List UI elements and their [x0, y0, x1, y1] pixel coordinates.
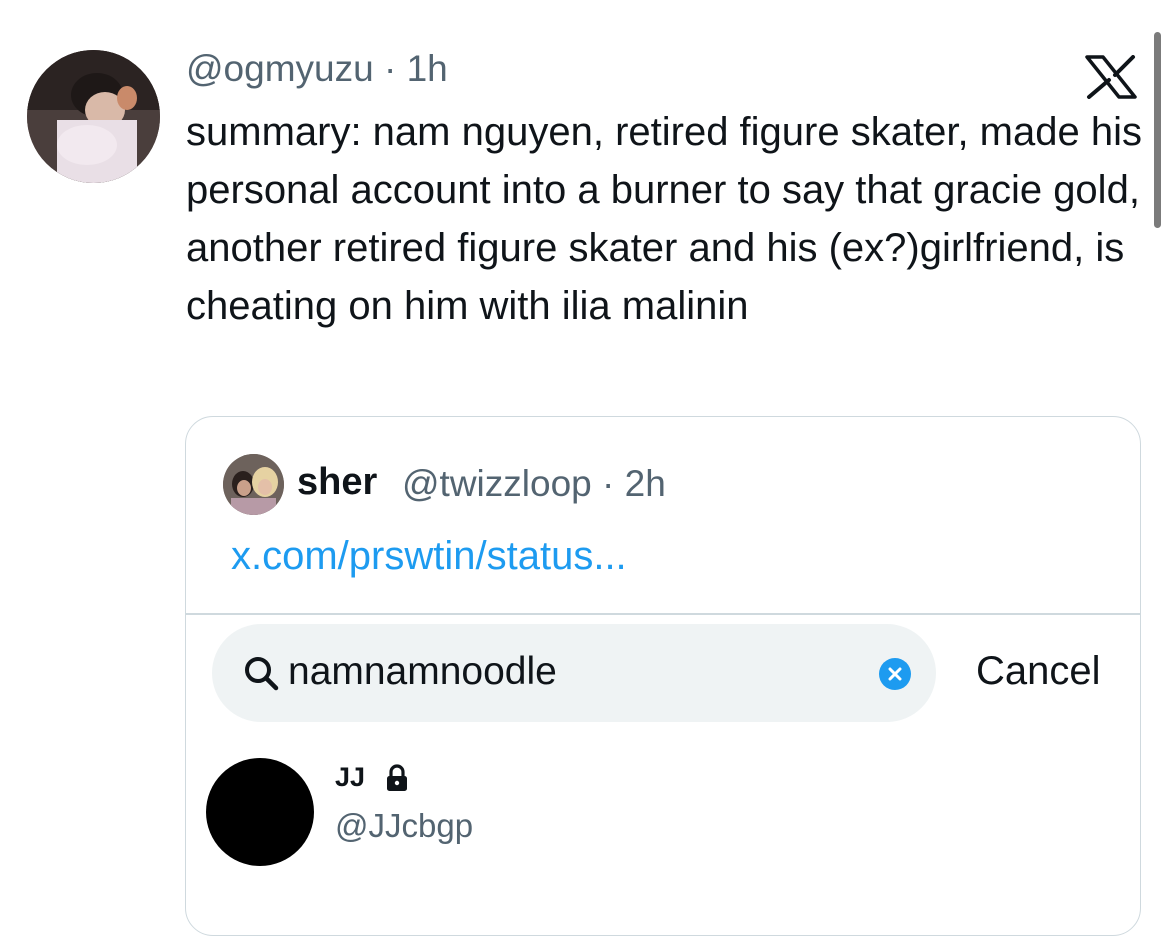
scrollbar[interactable] [1154, 32, 1161, 228]
lock-icon [387, 764, 407, 791]
quoted-tweet-card[interactable]: sher @twizzloop · 2h x.com/prswtin/statu… [185, 416, 1141, 936]
x-logo-icon[interactable] [1083, 55, 1139, 99]
cancel-button[interactable]: Cancel [976, 649, 1101, 694]
divider [186, 613, 1140, 615]
quote-author-handle-time[interactable]: @twizzloop · 2h [402, 463, 666, 505]
search-input[interactable]: namnamnoodle [212, 624, 936, 722]
tweet-handle-and-time[interactable]: @ogmyuzu · 1h [186, 48, 448, 90]
quote-author-avatar[interactable] [223, 454, 284, 515]
result-handle[interactable]: @JJcbgp [335, 807, 473, 845]
tweet-author-avatar[interactable] [27, 50, 160, 183]
result-name[interactable]: JJ [335, 762, 365, 793]
result-avatar[interactable] [206, 758, 314, 866]
tweet-text: summary: nam nguyen, retired figure skat… [186, 110, 1142, 328]
clear-icon[interactable] [878, 657, 912, 691]
quote-link[interactable]: x.com/prswtin/status... [231, 534, 627, 579]
search-query[interactable]: namnamnoodle [288, 650, 557, 694]
quote-author-name[interactable]: sher [297, 461, 377, 504]
avatar-photo [27, 50, 160, 183]
search-icon [245, 657, 279, 691]
